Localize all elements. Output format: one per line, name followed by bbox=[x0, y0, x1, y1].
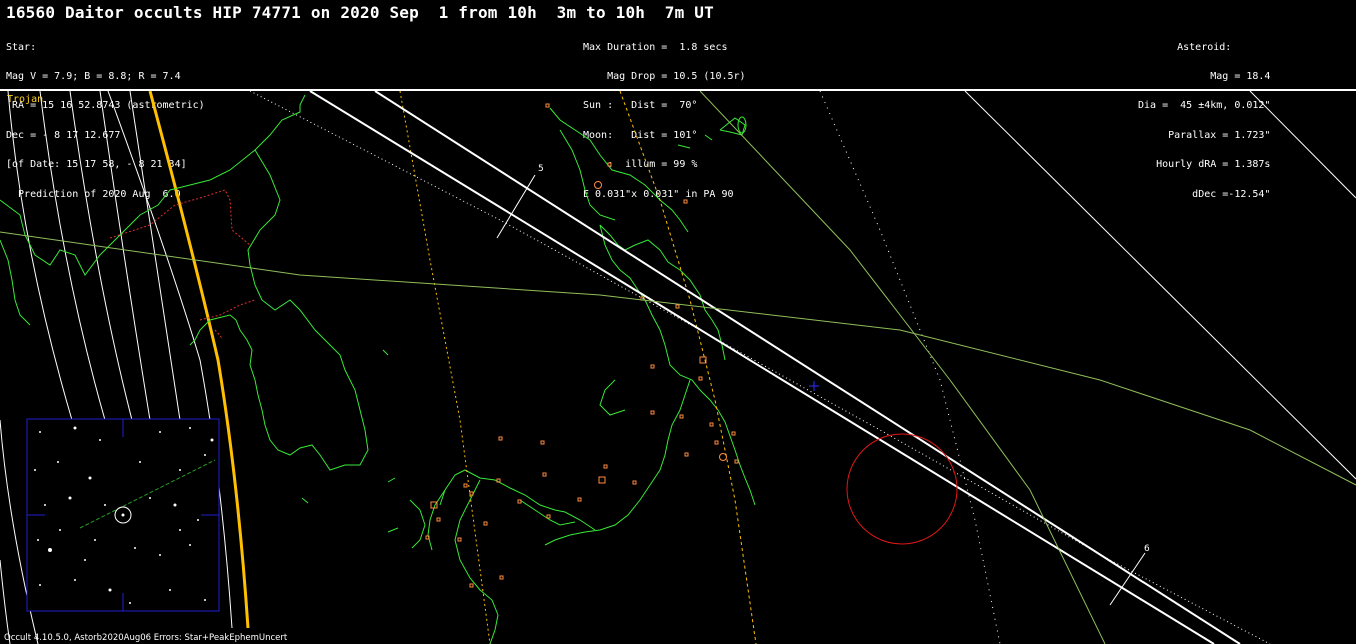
time-tick-label-6: 6 bbox=[1144, 544, 1150, 554]
event-line: Mag Drop = 10.5 (10.5r) bbox=[583, 70, 746, 82]
occultation-path bbox=[309, 91, 1356, 644]
map-label-trojan: Trojan bbox=[7, 94, 44, 105]
path-center-cross bbox=[809, 381, 819, 391]
time-tick-label-5: 5 bbox=[538, 164, 544, 174]
star-line: Mag V = 7.9; B = 8.8; R = 7.4 bbox=[6, 70, 181, 82]
asteroid-line: Mag = 18.4 bbox=[1210, 70, 1271, 82]
prediction-title: 16560 Daitor occults HIP 74771 on 2020 S… bbox=[6, 3, 714, 22]
uncertainty-limit-lines bbox=[249, 91, 1271, 644]
occultation-map: 5 6 bbox=[0, 91, 1356, 644]
time-tick-5 bbox=[496, 174, 536, 239]
software-footer: Occult 4.10.5.0, Astorb2020Aug06 Errors:… bbox=[4, 633, 288, 643]
finder-chart-inset bbox=[26, 418, 220, 612]
event-line: Max Duration = 1.8 secs bbox=[583, 41, 728, 53]
star-line: Star: bbox=[6, 41, 37, 53]
asteroid-line: Asteroid: bbox=[1177, 41, 1232, 53]
uncertainty-circle bbox=[846, 433, 958, 545]
